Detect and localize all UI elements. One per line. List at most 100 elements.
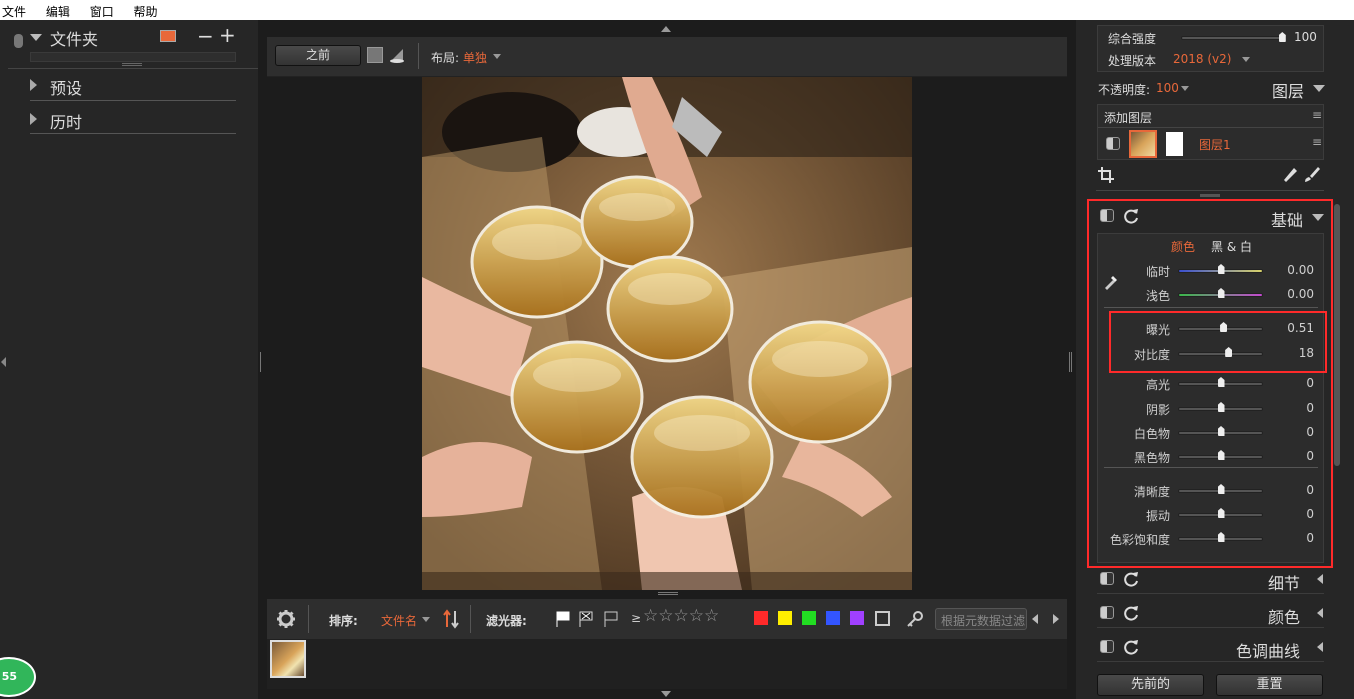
reset-button[interactable]: 重置 [1216, 674, 1323, 696]
chevron-down-icon[interactable] [1242, 57, 1250, 62]
layer-visibility-icon[interactable] [1106, 137, 1120, 150]
rating-ge: ≥ [631, 611, 642, 625]
layer-thumbnail[interactable] [1129, 130, 1157, 158]
collapse-icon[interactable] [1313, 85, 1325, 92]
key-icon[interactable] [906, 610, 924, 628]
gear-icon[interactable] [276, 609, 296, 629]
menu-edit[interactable]: 编辑 [46, 0, 70, 20]
process-label: 处理版本 [1108, 54, 1157, 68]
pencil-icon[interactable] [1282, 166, 1298, 182]
section-label: 预设 [50, 79, 83, 98]
view-toolbar: 之前 布局: 单独 [267, 37, 1067, 77]
panel-header-0[interactable]: 细节 [1097, 564, 1324, 594]
left-panel: 文件夹 − + 预设 历时 [0, 20, 258, 699]
strength-value: 100 [1294, 30, 1317, 44]
scroll-left-icon[interactable] [1032, 614, 1038, 624]
panel-toggle-icon[interactable] [14, 34, 23, 48]
expand-icon[interactable] [1317, 608, 1323, 618]
strength-slider[interactable] [1181, 36, 1286, 40]
right-splitter[interactable] [1069, 352, 1072, 372]
panel-toggle-icon[interactable] [1100, 606, 1114, 619]
minus-icon[interactable]: − [197, 24, 214, 48]
layers-title: 图层 [1272, 82, 1305, 101]
sort-direction-icon[interactable] [443, 609, 459, 629]
sort-select[interactable]: 文件名 [381, 612, 417, 629]
compare-square-icon[interactable] [367, 47, 383, 63]
color-label-filter[interactable] [826, 611, 840, 625]
strength-label: 综合强度 [1108, 32, 1157, 46]
color-label-filter[interactable] [802, 611, 816, 625]
flag-icon[interactable] [554, 610, 572, 628]
filmstrip [267, 639, 1067, 689]
collapse-icon[interactable] [30, 34, 42, 41]
collapsed-panels: 细节颜色色调曲线 [1097, 564, 1324, 666]
star-icon[interactable]: ☆ [643, 606, 658, 626]
split-view-icon[interactable] [389, 47, 405, 63]
rating-stars[interactable]: ☆☆☆☆☆ [643, 606, 719, 626]
previous-button[interactable]: 先前的 [1097, 674, 1204, 696]
expand-icon [30, 79, 37, 91]
star-icon[interactable]: ☆ [689, 606, 704, 626]
reset-icon[interactable] [1123, 571, 1139, 587]
plus-icon[interactable]: + [219, 23, 236, 47]
highlight-basic [1087, 199, 1333, 568]
unflagged-icon[interactable] [602, 610, 620, 628]
chevron-down-icon[interactable] [1181, 86, 1189, 91]
filmstrip-resize-handle[interactable] [658, 592, 678, 595]
expand-icon[interactable] [1317, 574, 1323, 584]
panel-toggle-icon[interactable] [1100, 572, 1114, 585]
metadata-filter-input[interactable]: 根据元数据过滤 [935, 608, 1027, 630]
color-label-filter[interactable] [850, 611, 864, 625]
highlight-exposure-contrast [1109, 311, 1327, 373]
menu-window[interactable]: 窗口 [90, 0, 114, 20]
menu-file[interactable]: 文件 [2, 0, 26, 20]
section-presets[interactable]: 预设 [30, 74, 236, 100]
menu-help[interactable]: 帮助 [134, 0, 158, 20]
section-history[interactable]: 历时 [30, 108, 236, 134]
panel-title: 色调曲线 [1235, 642, 1300, 661]
panel-header-2[interactable]: 色调曲线 [1097, 632, 1324, 662]
chevron-down-icon[interactable] [493, 54, 501, 59]
expand-icon[interactable] [1317, 642, 1323, 652]
menu-icon[interactable]: ≡ [1312, 135, 1322, 149]
star-icon[interactable]: ☆ [704, 606, 719, 626]
panel-toggle-icon[interactable] [1100, 640, 1114, 653]
no-color-filter[interactable] [875, 611, 890, 626]
resize-handle[interactable] [1200, 194, 1220, 197]
panel-header-1[interactable]: 颜色 [1097, 598, 1324, 628]
main-photo[interactable] [422, 77, 912, 590]
process-select[interactable]: 2018 (v2) [1173, 52, 1231, 66]
star-icon[interactable]: ☆ [674, 606, 689, 626]
layout-select[interactable]: 单独 [463, 49, 487, 66]
chevron-down-icon[interactable] [422, 617, 430, 622]
folder-area [30, 52, 236, 62]
strength-slider-thumb[interactable] [1278, 32, 1286, 42]
add-layer-button[interactable]: 添加图层 [1104, 109, 1152, 126]
menu-icon[interactable]: ≡ [1312, 108, 1322, 122]
scroll-right-icon[interactable] [1053, 614, 1059, 624]
star-icon[interactable]: ☆ [658, 606, 673, 626]
crop-icon[interactable] [1098, 167, 1116, 183]
color-label-filter[interactable] [754, 611, 768, 625]
brush-icon[interactable] [1304, 166, 1320, 182]
left-collapse-arrow-icon[interactable] [1, 357, 6, 367]
expand-icon [30, 113, 37, 125]
top-collapse-arrow-icon[interactable] [661, 26, 671, 32]
reject-flag-icon[interactable] [577, 610, 595, 628]
reset-icon[interactable] [1123, 605, 1139, 621]
before-button[interactable]: 之前 [275, 45, 361, 66]
layer-name[interactable]: 图层1 [1199, 136, 1231, 153]
menu-bar: 文件 编辑 窗口 帮助 [0, 0, 1354, 20]
resize-handle[interactable] [122, 63, 142, 66]
reset-icon[interactable] [1123, 639, 1139, 655]
thumbnail[interactable] [270, 640, 306, 678]
bottom-collapse-arrow-icon[interactable] [661, 691, 671, 697]
color-label-filter[interactable] [778, 611, 792, 625]
strength-box: 综合强度 100 处理版本 2018 (v2) [1097, 25, 1324, 72]
opacity-value[interactable]: 100 [1156, 81, 1179, 95]
folder-add-icon[interactable] [160, 30, 176, 42]
layer-mask[interactable] [1166, 132, 1183, 156]
layout-label: 布局: [431, 51, 460, 65]
panel-title: 颜色 [1267, 608, 1300, 627]
right-scrollbar[interactable] [1334, 204, 1340, 466]
